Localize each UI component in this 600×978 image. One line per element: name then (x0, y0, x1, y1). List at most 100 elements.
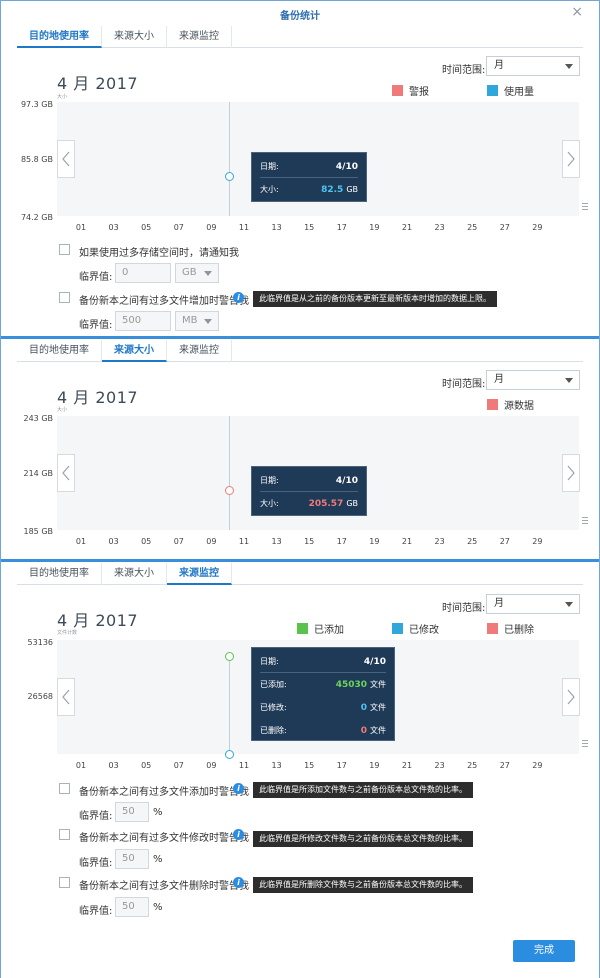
tab-bar: 目的地使用率 来源大小 来源监控 (17, 340, 583, 362)
threshold-unit-select[interactable]: MB (175, 311, 219, 331)
data-point-modified[interactable] (225, 750, 234, 759)
x-tick: 11 (238, 223, 250, 232)
threshold-label: 临界值: (79, 811, 113, 822)
cursor-line (229, 102, 230, 216)
threshold-label: 临界值: (79, 320, 113, 331)
x-tick: 25 (467, 537, 478, 546)
tab-source-monitor[interactable]: 来源监控 (167, 26, 232, 48)
tab-source-monitor[interactable]: 来源监控 (167, 340, 232, 362)
chart-next-arrow[interactable] (562, 454, 580, 492)
legend-label: 源数据 (504, 401, 534, 412)
warn-files-deleted-checkbox[interactable] (59, 877, 70, 888)
x-tick: 25 (467, 761, 478, 770)
x-tick: 23 (434, 537, 445, 546)
warn-files-added-checkbox[interactable] (59, 783, 70, 794)
tab-destination-usage[interactable]: 目的地使用率 (17, 340, 102, 362)
warn-file-increase-checkbox[interactable] (59, 292, 70, 303)
info-icon[interactable]: i (233, 783, 244, 794)
chart-prev-arrow[interactable] (57, 140, 75, 178)
chevron-right-icon (567, 151, 575, 167)
chevron-right-icon (567, 465, 575, 481)
chart-month: 4 月 2017 (57, 74, 139, 93)
chart-month: 4 月 2017 (57, 388, 139, 407)
x-tick: 29 (532, 761, 543, 770)
time-range-select[interactable]: 月 (486, 370, 580, 390)
y-tick: 214 GB (23, 469, 54, 478)
threshold-input[interactable]: 0 (115, 263, 171, 283)
legend-usage: 使用量 (487, 83, 534, 98)
legend-swatch (487, 85, 498, 96)
x-tick: 23 (434, 223, 445, 232)
finish-button[interactable]: 完成 (513, 940, 575, 962)
tab-source-size[interactable]: 来源大小 (102, 563, 167, 585)
tooltip-date: 4/10 (335, 475, 358, 486)
tooltip-size-value: 82.5 (321, 184, 344, 195)
x-tick: 01 (75, 537, 87, 546)
y-tick: 26568 (27, 692, 53, 701)
tab-destination-usage[interactable]: 目的地使用率 (17, 26, 102, 48)
close-icon[interactable]: × (571, 5, 583, 19)
x-tick: 07 (173, 223, 184, 232)
chart-prev-arrow[interactable] (57, 678, 75, 716)
percent-unit: % (153, 854, 163, 865)
x-tick: 17 (336, 223, 347, 232)
backup-stats-window: 备份统计 × 目的地使用率 来源大小 来源监控 时间范围: 月 4 月 2017… (0, 0, 600, 978)
legend-deleted: 已删除 (487, 621, 534, 636)
notify-storage-checkbox[interactable] (59, 244, 70, 255)
cursor-line (229, 416, 230, 530)
threshold-input[interactable]: 500 (115, 311, 171, 331)
hint-tooltip: 此临界值是所添加文件数与之前备份版本总文件数的比率。 (253, 782, 473, 798)
x-tick: 19 (369, 537, 380, 546)
data-point-added[interactable] (225, 652, 234, 661)
chevron-down-icon (204, 319, 212, 324)
chevron-down-icon (565, 602, 573, 607)
tab-destination-usage[interactable]: 目的地使用率 (17, 563, 102, 585)
x-tick: 09 (206, 223, 217, 232)
tooltip-size-unit: GB (346, 184, 358, 194)
threshold-input[interactable]: 50 (115, 849, 149, 869)
threshold-input[interactable]: 50 (115, 897, 149, 917)
y-tick: 53136 (27, 638, 53, 647)
x-tick: 15 (304, 761, 315, 770)
chart-prev-arrow[interactable] (57, 454, 75, 492)
info-icon[interactable]: i (233, 292, 244, 303)
x-tick: 19 (369, 761, 380, 770)
tab-source-monitor[interactable]: 来源监控 (167, 563, 232, 585)
threshold-input[interactable]: 50 (115, 802, 149, 822)
hint-tooltip: 此临界值是所删除文件数与之前备份版本总文件数的比率。 (253, 877, 473, 893)
info-icon[interactable]: i (233, 829, 244, 840)
legend-modified: 已修改 (392, 621, 439, 636)
data-point[interactable] (225, 486, 234, 495)
time-range-select[interactable]: 月 (486, 56, 580, 76)
data-point[interactable] (225, 172, 234, 181)
resize-grip-icon[interactable] (582, 203, 588, 213)
tooltip-modified-value: 0 (360, 703, 367, 713)
tooltip: 日期: 4/10 已添加: 45030 文件 已修改: 0 文件 已删除: 0 文件 (251, 647, 395, 741)
warn-files-modified-checkbox[interactable] (59, 829, 70, 840)
chart-next-arrow[interactable] (562, 140, 580, 178)
x-tick: 07 (173, 537, 184, 546)
threshold-label: 临界值: (79, 272, 113, 283)
tooltip-unit: 文件 (370, 703, 386, 712)
tab-source-size[interactable]: 来源大小 (102, 340, 167, 362)
chart-next-arrow[interactable] (562, 678, 580, 716)
tab-source-size[interactable]: 来源大小 (102, 26, 167, 48)
window-title: 备份统计 (280, 11, 320, 22)
info-icon[interactable]: i (233, 877, 244, 888)
time-range-label: 时间范围: (442, 65, 486, 76)
tooltip-deleted-value: 0 (360, 726, 367, 736)
x-tick: 13 (271, 537, 282, 546)
threshold-unit-value: GB (182, 267, 197, 278)
tooltip-modified-label: 已修改: (260, 703, 287, 712)
resize-grip-icon[interactable] (582, 517, 588, 527)
hint-tooltip: 此临界值是从之前的备份版本更新至最新版本时增加的数据上限。 (253, 291, 497, 307)
time-range-select[interactable]: 月 (486, 594, 580, 614)
chevron-right-icon (567, 689, 575, 705)
x-tick: 21 (401, 537, 413, 546)
time-range-value: 月 (494, 374, 504, 385)
threshold-unit-select[interactable]: GB (175, 263, 219, 283)
tooltip-unit: 文件 (370, 726, 386, 735)
resize-grip-icon[interactable] (582, 740, 588, 750)
x-tick: 29 (532, 223, 543, 232)
panel-destination-usage: 目的地使用率 来源大小 来源监控 时间范围: 月 4 月 2017 大小 警报 … (1, 25, 599, 336)
